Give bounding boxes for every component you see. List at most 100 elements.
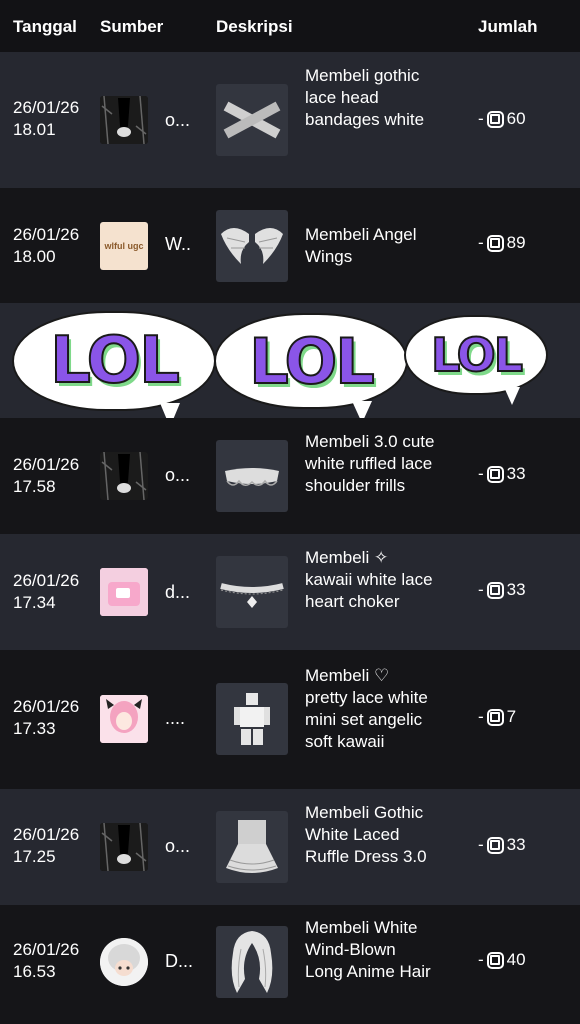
pink-bag-avatar-icon xyxy=(100,568,148,616)
header-date: Tanggal xyxy=(13,17,77,36)
amount-sign: - xyxy=(478,464,484,483)
source-avatar[interactable] xyxy=(100,938,148,986)
amount-value: 60 xyxy=(506,109,526,128)
amount-cell: - 89 xyxy=(478,233,526,253)
bubble-tail xyxy=(504,387,520,405)
time-text: 16.53 xyxy=(13,962,56,981)
table-header: Tanggal Sumber Deskripsi Jumlah xyxy=(0,0,580,52)
amount-sign: - xyxy=(478,109,484,128)
lace-bandage-icon xyxy=(223,101,281,139)
shoulder-frills-icon xyxy=(225,468,279,486)
item-thumbnail[interactable] xyxy=(216,210,288,282)
lace-choker-icon xyxy=(220,583,284,608)
source-avatar[interactable]: wlful ugc xyxy=(100,222,148,270)
amount-cell: - 33 xyxy=(478,580,526,600)
time-text: 17.34 xyxy=(13,593,56,612)
item-description[interactable]: Membeli ♡ pretty lace white mini set ang… xyxy=(305,665,435,753)
date-cell: 26/01/26 18.00 xyxy=(13,224,93,268)
date-cell: 26/01/26 17.33 xyxy=(13,696,93,740)
table-row[interactable]: 26/01/26 17.33 .... Membeli ♡ pretty lac… xyxy=(0,650,580,789)
robux-icon xyxy=(486,110,504,128)
item-description[interactable]: Membeli Angel Wings xyxy=(305,224,435,268)
source-name[interactable]: .... xyxy=(165,708,195,729)
item-thumbnail[interactable] xyxy=(216,811,288,883)
source-avatar[interactable] xyxy=(100,568,148,616)
white-hair-avatar-icon xyxy=(100,938,148,986)
amount-value: 89 xyxy=(506,233,526,252)
source-name[interactable]: o... xyxy=(165,836,195,857)
date-text: 26/01/26 xyxy=(13,225,80,244)
robux-icon xyxy=(486,708,504,726)
header-amount: Jumlah xyxy=(478,17,538,36)
anime-girl-avatar-icon xyxy=(100,695,148,743)
item-thumbnail[interactable] xyxy=(216,84,288,156)
time-text: 17.33 xyxy=(13,719,56,738)
robux-icon xyxy=(486,951,504,969)
lol-sticker-text: LOL xyxy=(430,327,524,383)
source-avatar[interactable] xyxy=(100,695,148,743)
amount-value: 40 xyxy=(506,950,526,969)
lol-bubble: LOL xyxy=(404,315,548,395)
item-thumbnail[interactable] xyxy=(216,440,288,512)
amount-cell: - 60 xyxy=(478,109,526,129)
amount-sign: - xyxy=(478,835,484,854)
date-cell: 26/01/26 17.34 xyxy=(13,570,93,614)
amount-cell: - 33 xyxy=(478,835,526,855)
table-row[interactable]: 26/01/26 16.53 D... Membeli White Wind-B… xyxy=(0,905,580,1024)
source-name[interactable]: o... xyxy=(165,465,195,486)
amount-value: 33 xyxy=(506,580,526,599)
amount-cell: - 40 xyxy=(478,950,526,970)
brand-logo-text: wlful ugc xyxy=(104,241,144,251)
avatar-outfit-icon xyxy=(234,693,270,745)
time-text: 18.01 xyxy=(13,120,56,139)
table-row[interactable]: 26/01/26 17.58 o... Membeli 3.0 cute whi… xyxy=(0,418,580,534)
lol-sticker-text: LOL xyxy=(49,323,181,399)
table-row[interactable]: 26/01/26 17.25 o... Membeli Gothic White… xyxy=(0,789,580,905)
source-name[interactable]: W.. xyxy=(165,234,195,255)
date-text: 26/01/26 xyxy=(13,571,80,590)
item-description[interactable]: Membeli gothic lace head bandages white xyxy=(305,65,435,131)
time-text: 17.25 xyxy=(13,847,56,866)
header-source: Sumber xyxy=(100,17,164,36)
date-text: 26/01/26 xyxy=(13,940,80,959)
amount-cell: - 7 xyxy=(478,707,516,727)
item-description[interactable]: Membeli White Wind-Blown Long Anime Hair xyxy=(305,917,435,983)
item-description[interactable]: Membeli 3.0 cute white ruffled lace shou… xyxy=(305,431,435,497)
sticker-overlay: LOL LOL LOL xyxy=(0,303,580,427)
source-name[interactable]: d... xyxy=(165,582,195,603)
amount-value: 33 xyxy=(506,835,526,854)
gothic-avatar-icon xyxy=(100,96,148,144)
item-description[interactable]: Membeli Gothic White Laced Ruffle Dress … xyxy=(305,802,435,868)
item-thumbnail[interactable] xyxy=(216,556,288,628)
gothic-avatar-icon xyxy=(100,452,148,500)
table-row[interactable]: 26/01/26 18.00 wlful ugc W.. Membeli Ang… xyxy=(0,188,580,303)
item-description[interactable]: Membeli ✧ kawaii white lace heart choker xyxy=(305,547,435,613)
amount-sign: - xyxy=(478,707,484,726)
amount-value: 33 xyxy=(506,464,526,483)
source-name[interactable]: D... xyxy=(165,951,195,972)
ruffle-dress-icon xyxy=(226,820,278,873)
item-thumbnail[interactable] xyxy=(216,926,288,998)
source-avatar[interactable] xyxy=(100,823,148,871)
gothic-avatar-icon xyxy=(100,823,148,871)
robux-icon xyxy=(486,465,504,483)
table-row[interactable]: 26/01/26 17.34 d... Membeli ✧ kawaii whi… xyxy=(0,534,580,650)
table-row[interactable]: 26/01/26 18.01 o... Membeli gothic lace … xyxy=(0,52,580,188)
date-text: 26/01/26 xyxy=(13,825,80,844)
date-cell: 26/01/26 16.53 xyxy=(13,939,93,983)
date-cell: 26/01/26 18.01 xyxy=(13,97,93,141)
source-avatar[interactable] xyxy=(100,452,148,500)
source-avatar[interactable] xyxy=(100,96,148,144)
item-thumbnail[interactable] xyxy=(216,683,288,755)
lol-bubble: LOL xyxy=(214,313,408,409)
time-text: 17.58 xyxy=(13,477,56,496)
amount-cell: - 33 xyxy=(478,464,526,484)
amount-sign: - xyxy=(478,233,484,252)
source-name[interactable]: o... xyxy=(165,110,195,131)
date-cell: 26/01/26 17.25 xyxy=(13,824,93,868)
amount-sign: - xyxy=(478,580,484,599)
lol-bubble: LOL xyxy=(12,311,216,411)
robux-icon xyxy=(486,581,504,599)
time-text: 18.00 xyxy=(13,247,56,266)
date-text: 26/01/26 xyxy=(13,697,80,716)
